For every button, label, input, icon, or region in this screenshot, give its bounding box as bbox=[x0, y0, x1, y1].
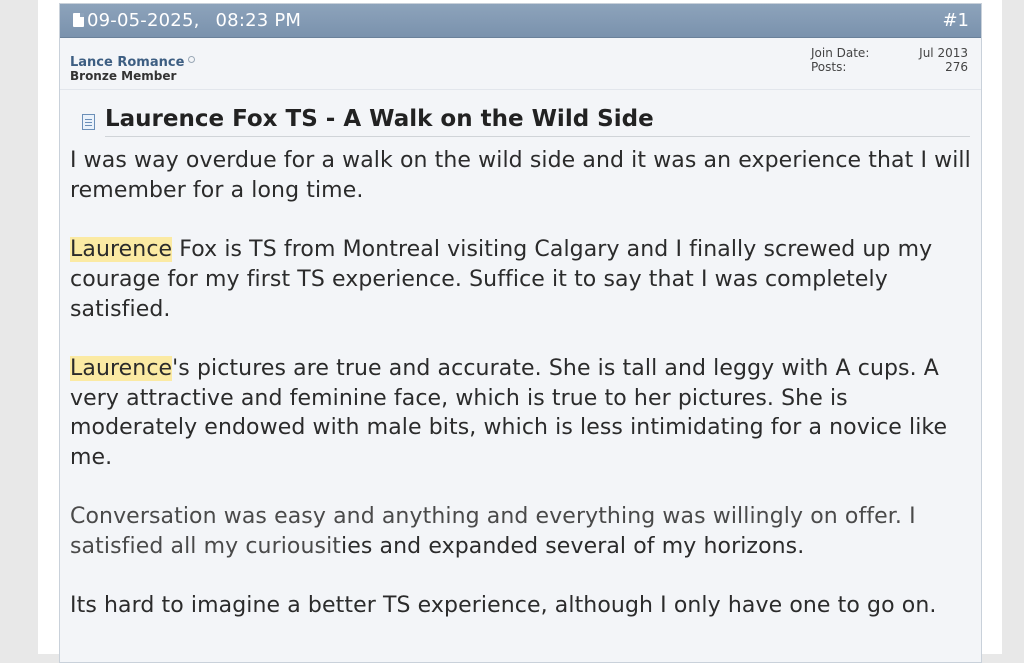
user-info: Lance Romance Bronze Member Join Date: J… bbox=[60, 38, 981, 90]
post-title: Laurence Fox TS - A Walk on the Wild Sid… bbox=[105, 106, 970, 137]
forum-post: 09-05-2025, 08:23 PM #1 Lance Romance Bro… bbox=[59, 3, 982, 663]
post-number-link[interactable]: #1 bbox=[942, 10, 969, 31]
document-icon bbox=[82, 114, 95, 130]
search-highlight: Laurence bbox=[70, 355, 173, 381]
posts-label: Posts: bbox=[811, 60, 847, 74]
user-rank: Bronze Member bbox=[70, 69, 177, 83]
paragraph-3: Laurence's pictures are true and accurat… bbox=[70, 354, 975, 473]
post-date: 09-05-2025, bbox=[87, 10, 200, 31]
paragraph-1: I was way overdue for a walk on the wild… bbox=[70, 148, 971, 203]
post-content: I was way overdue for a walk on the wild… bbox=[70, 146, 975, 651]
username-link[interactable]: Lance Romance bbox=[70, 55, 184, 70]
paragraph-2-text: Fox is TS from Montreal visiting Calgary… bbox=[70, 237, 933, 322]
offline-status-icon bbox=[188, 56, 195, 63]
join-date-label: Join Date: bbox=[811, 46, 870, 60]
join-date-value: Jul 2013 bbox=[919, 46, 968, 60]
post-header: 09-05-2025, 08:23 PM #1 bbox=[60, 4, 981, 38]
paragraph-4-text-b: ies and expanded several of my horizons. bbox=[341, 534, 805, 560]
search-highlight: Laurence bbox=[70, 237, 173, 263]
paragraph-4: Conversation was easy and anything and e… bbox=[70, 502, 975, 561]
post-status-icon bbox=[73, 13, 84, 27]
paragraph-5: Its hard to imagine a better TS experien… bbox=[70, 593, 937, 619]
paragraph-3-text: 's pictures are true and accurate. She i… bbox=[70, 355, 948, 470]
post-datetime: 09-05-2025, 08:23 PM bbox=[87, 10, 301, 31]
post-time: 08:23 PM bbox=[215, 10, 302, 31]
posts-count: 276 bbox=[945, 60, 968, 74]
paragraph-2: Laurence Fox is TS from Montreal visitin… bbox=[70, 235, 975, 324]
